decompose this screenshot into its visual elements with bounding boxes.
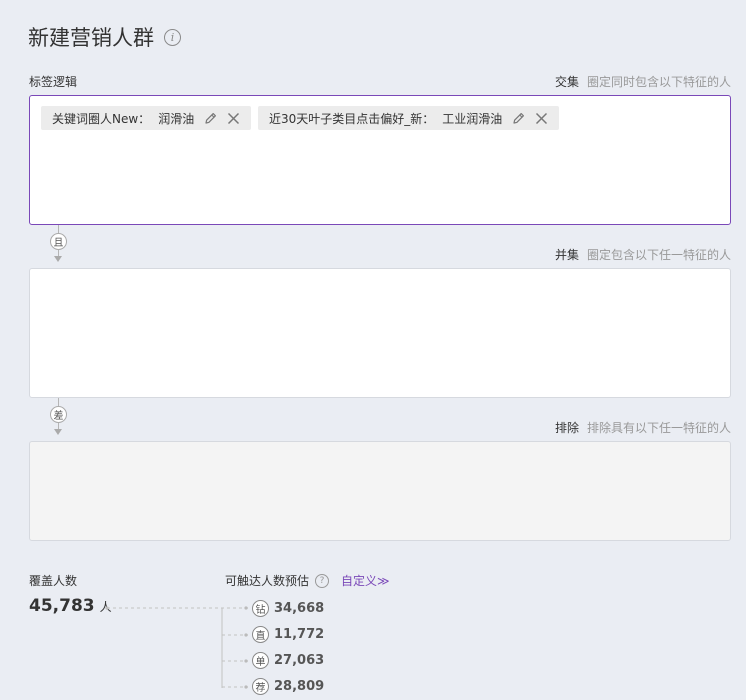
tree-connector-lines: [105, 606, 248, 689]
channel-badge: 单: [252, 652, 269, 669]
channel-value: 28,809: [274, 679, 325, 694]
channel-row: 单 27,063: [252, 652, 324, 669]
channel-value: 34,668: [274, 601, 325, 616]
channel-badge: 荐: [252, 678, 269, 695]
channel-badge: 钻: [252, 600, 269, 617]
channel-value: 27,063: [274, 653, 325, 668]
channel-row: 直 11,772: [252, 626, 324, 643]
channel-row: 钻 34,668: [252, 600, 324, 617]
channel-badge: 直: [252, 626, 269, 643]
channel-value: 11,772: [274, 627, 325, 642]
channel-row: 荐 28,809: [252, 678, 324, 695]
